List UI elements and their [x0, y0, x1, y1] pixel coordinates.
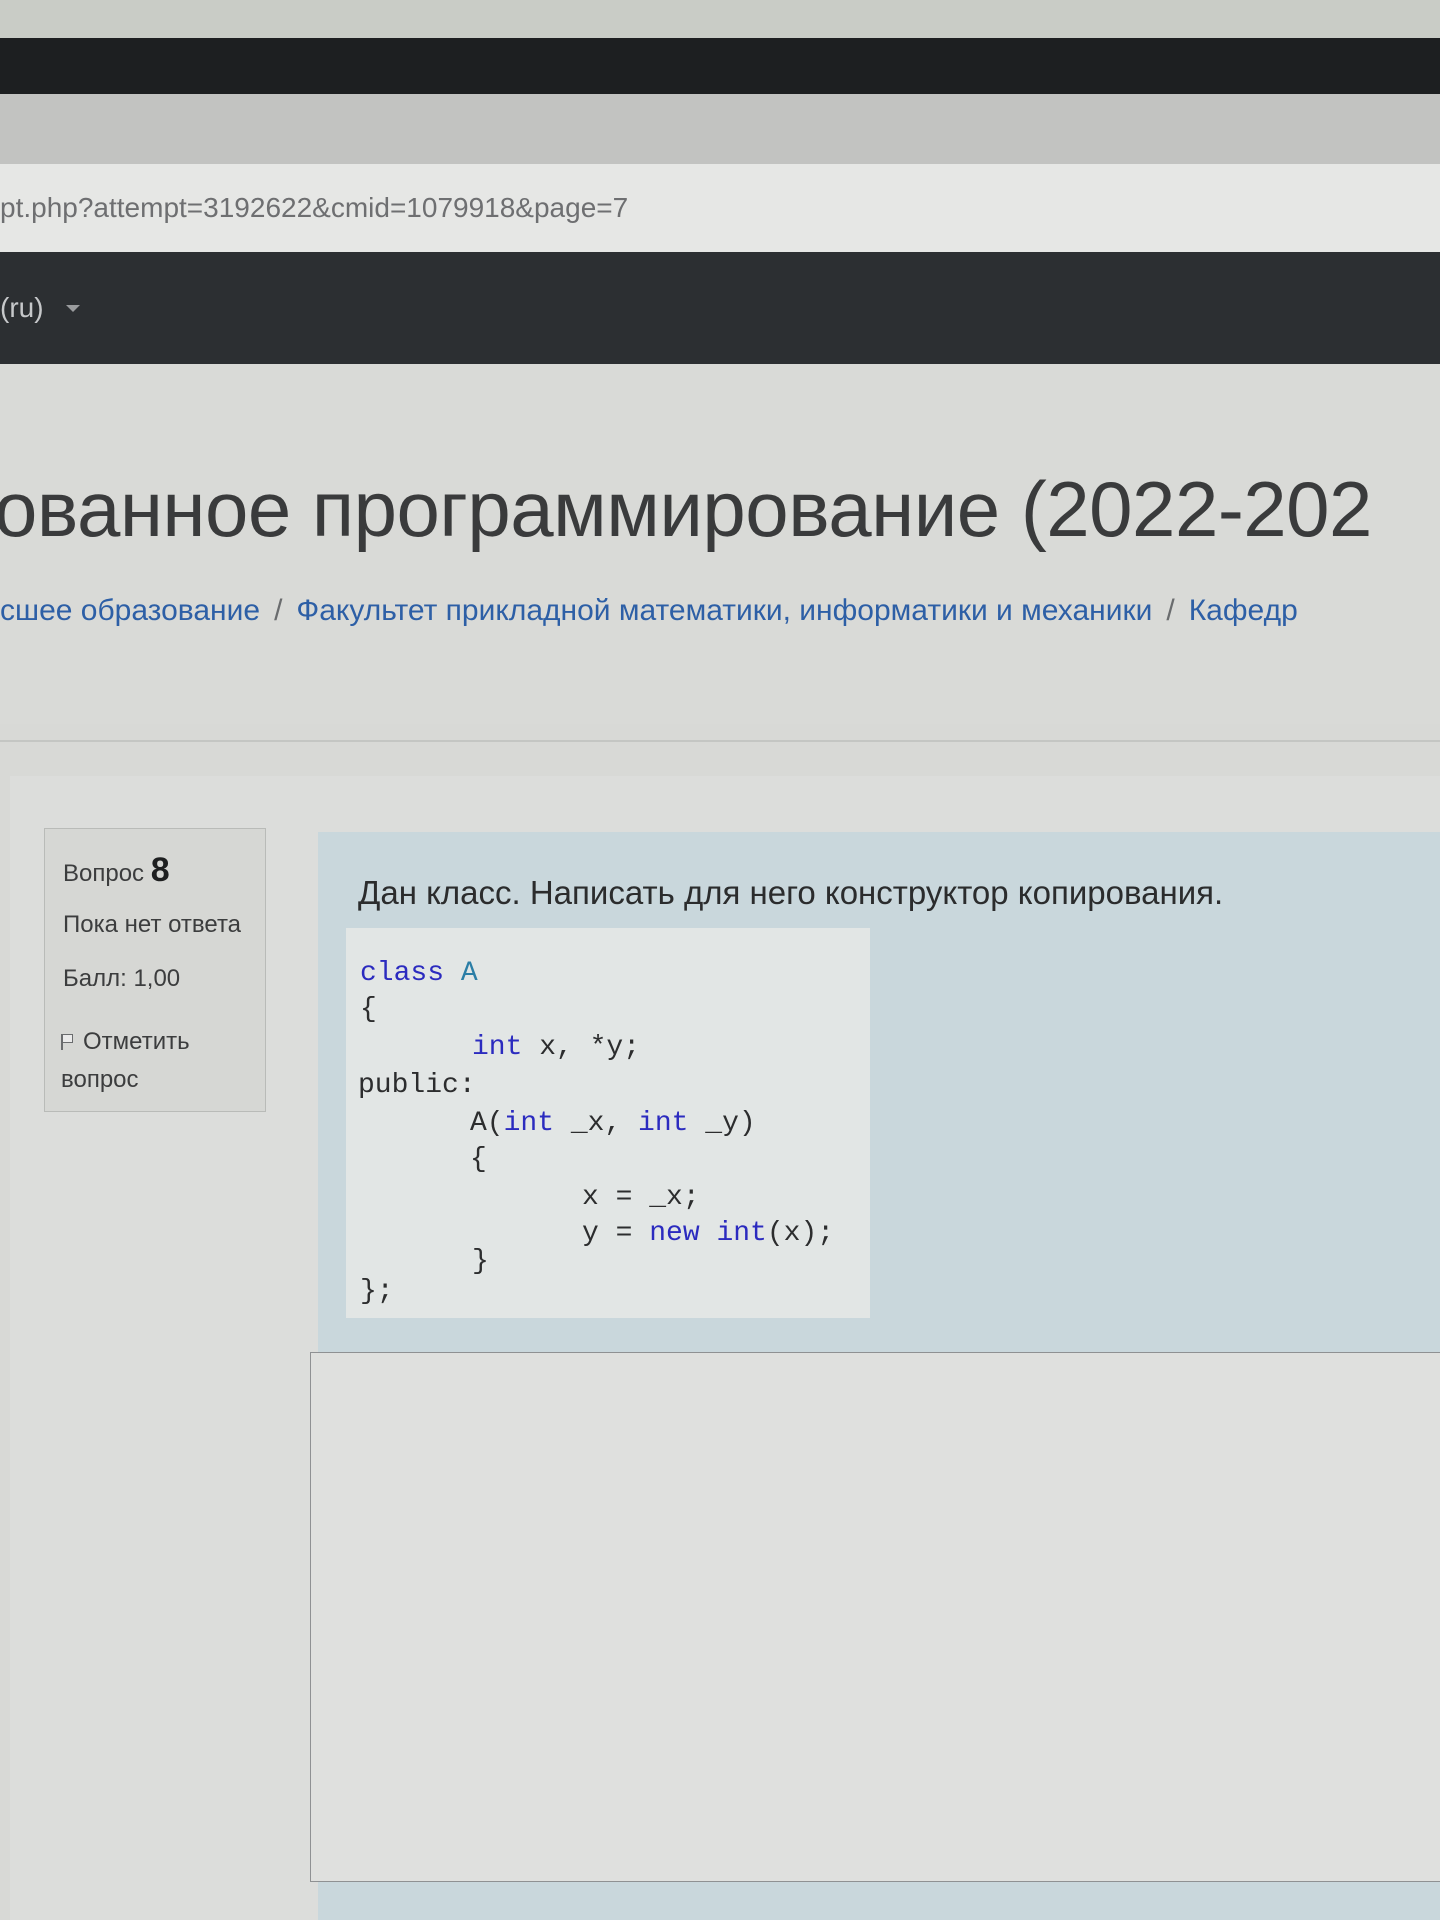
- question-text: Дан класс. Написать для него конструктор…: [358, 874, 1224, 911]
- code-line: {: [360, 994, 377, 1025]
- flag-question-link[interactable]: Отметить вопрос: [61, 1023, 251, 1099]
- code-line: A(int _x, int _y): [470, 1108, 756, 1139]
- site-navbar: (ru): [0, 252, 1440, 364]
- question-panel: Дан класс. Написать для него конструктор…: [310, 832, 1440, 1920]
- address-bar[interactable]: pt.php?attempt=3192622&cmid=1079918&page…: [0, 164, 1440, 253]
- caret-down-icon: [65, 304, 80, 312]
- breadcrumb-item-faculty[interactable]: Факультет прикладной математики, информа…: [296, 594, 1152, 628]
- code-line: y = new int(x);: [582, 1218, 835, 1249]
- browser-toolbar: [0, 94, 1440, 164]
- breadcrumb-item-department[interactable]: Кафедр: [1189, 594, 1298, 628]
- screen-top-edge: [0, 38, 1440, 94]
- flag-icon: [61, 1034, 75, 1050]
- code-line: }: [472, 1246, 489, 1277]
- answer-textarea[interactable]: [310, 1352, 1440, 1882]
- language-menu[interactable]: (ru): [0, 292, 80, 324]
- code-line: public:: [358, 1070, 476, 1101]
- code-line: x = _x;: [582, 1182, 700, 1213]
- flag-label-line1: Отметить: [83, 1028, 190, 1055]
- code-line: };: [360, 1276, 394, 1307]
- breadcrumb-item-education[interactable]: сшее образование: [0, 594, 260, 628]
- url-text[interactable]: pt.php?attempt=3192622&cmid=1079918&page…: [0, 192, 628, 224]
- language-label: (ru): [0, 292, 44, 323]
- question-info-box: Вопрос 8 Пока нет ответа Балл: 1,00 Отме…: [44, 828, 266, 1112]
- flag-label-line2: вопрос: [61, 1066, 139, 1093]
- breadcrumb-separator: /: [274, 594, 283, 627]
- code-line: int x, *y;: [472, 1032, 641, 1063]
- header-divider: [0, 740, 1440, 742]
- page-header: ованное программирование (2022-202 сшее …: [0, 364, 1440, 724]
- course-title: ованное программирование (2022-202: [0, 465, 1372, 553]
- code-line: {: [470, 1144, 487, 1175]
- question-label: Вопрос: [63, 860, 145, 887]
- question-grade: Балл: 1,00: [63, 965, 181, 992]
- breadcrumb: сшее образование / Факультет прикладной …: [0, 594, 1298, 628]
- breadcrumb-separator: /: [1166, 594, 1175, 627]
- code-line: class A: [360, 958, 478, 989]
- question-state: Пока нет ответа: [63, 911, 242, 938]
- code-block: class A { int x, *y; public: A(int _x, i…: [346, 928, 870, 1318]
- question-number: Вопрос 8: [63, 851, 170, 890]
- question-number-value: 8: [150, 851, 170, 889]
